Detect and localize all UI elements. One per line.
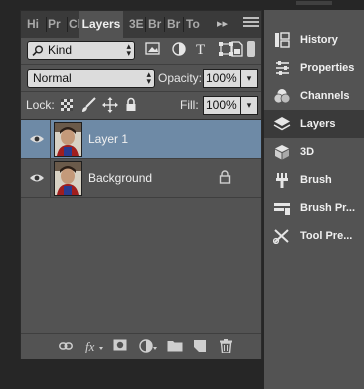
visibility-eye-icon[interactable] — [29, 132, 45, 146]
layers-footer-toolbar: fx — [21, 333, 261, 359]
tab-history[interactable]: Hi — [27, 11, 39, 38]
dock-item-label: Channels — [300, 90, 350, 102]
lock-all-icon[interactable] — [125, 97, 137, 112]
channels-icon — [273, 89, 291, 104]
new-layer-icon[interactable] — [193, 339, 207, 353]
select-arrows-icon: ▴ ▾ — [126, 41, 131, 58]
add-mask-icon[interactable] — [113, 339, 127, 353]
opacity-slider-dropdown[interactable]: ▾ — [240, 69, 258, 88]
dock-item-label: Brush — [300, 174, 332, 186]
tab-divider — [164, 17, 165, 32]
opacity-input[interactable]: 100% — [203, 69, 241, 88]
dock-item-3d[interactable]: 3D — [264, 138, 364, 166]
link-layers-icon[interactable] — [59, 339, 73, 353]
fill-label: Fill: — [180, 98, 199, 112]
panel-menu-icon[interactable] — [243, 17, 259, 31]
svg-text:fx: fx — [85, 339, 95, 353]
adjustment-filter-icon[interactable] — [171, 41, 187, 59]
properties-icon — [276, 61, 289, 75]
filter-toggle-switch[interactable] — [247, 41, 255, 57]
tab-properties[interactable]: Pr — [48, 11, 61, 38]
lock-image-pixels-icon[interactable] — [80, 97, 96, 113]
tab-brush[interactable]: Br — [148, 11, 161, 38]
layer-style-fx-icon[interactable]: fx — [85, 339, 103, 353]
dock-item-label: Tool Pre... — [300, 230, 353, 242]
blend-mode-value: Normal — [33, 71, 72, 85]
chevron-down-icon: ▾ — [246, 73, 252, 83]
lock-position-icon[interactable] — [102, 97, 118, 113]
divider — [50, 120, 51, 158]
tab-divider — [183, 17, 184, 32]
divider — [50, 159, 51, 197]
lock-transparent-pixels-icon[interactable] — [61, 99, 73, 111]
dock-item-history[interactable]: History — [264, 26, 364, 54]
dock-item-label: History — [300, 34, 338, 46]
brush-presets-icon — [274, 203, 290, 215]
tab-channels[interactable]: Ch — [69, 11, 79, 38]
dock-item-label: Properties — [300, 62, 355, 74]
fill-value: 100% — [206, 98, 237, 112]
cube-icon — [275, 145, 289, 160]
dock-item-channels[interactable]: Channels — [264, 82, 364, 110]
layers-list: Layer 1 Background — [21, 119, 261, 333]
dock-item-layers[interactable]: Layers — [264, 110, 364, 138]
smart-object-filter-icon[interactable] — [229, 41, 243, 59]
dock-item-brush[interactable]: Brush — [264, 166, 364, 194]
layer-row-background[interactable]: Background — [21, 159, 261, 198]
tab-tool-presets[interactable]: To — [186, 11, 200, 38]
filter-kind-label: Kind — [48, 43, 73, 57]
layer-name[interactable]: Background — [88, 171, 152, 185]
tab-3d[interactable]: 3E — [129, 11, 144, 38]
new-adjustment-layer-icon[interactable] — [139, 339, 157, 353]
panel-tab-bar: Hi Pr Ch Layers 3E Br Br To ▸▸ — [21, 11, 261, 38]
dock-item-label: Brush Pr... — [300, 202, 356, 214]
fill-slider-dropdown[interactable]: ▾ — [240, 96, 258, 115]
tab-overflow-icon[interactable]: ▸▸ — [217, 11, 228, 38]
divider — [21, 91, 261, 92]
collapsed-panel-dock: History Properties Channels Layers 3D Br… — [264, 10, 364, 389]
brush-icon — [276, 173, 288, 188]
dock-item-label: Layers — [300, 118, 336, 130]
chevron-down-icon: ▾ — [246, 100, 252, 110]
layers-panel: Hi Pr Ch Layers 3E Br Br To ▸▸ Kind ▴▾ T — [20, 10, 262, 359]
dock-item-brush-presets[interactable]: Brush Pr... — [264, 194, 364, 222]
type-filter-icon[interactable]: T — [195, 41, 209, 59]
history-icon — [275, 32, 290, 48]
dock-item-label: 3D — [300, 146, 315, 158]
svg-text:T: T — [196, 42, 205, 58]
opacity-label: Opacity: — [158, 71, 203, 85]
tab-divider — [145, 17, 146, 32]
tool-presets-icon — [273, 229, 289, 244]
layer-name[interactable]: Layer 1 — [88, 132, 128, 146]
portrait-thumbnail-image — [55, 162, 81, 195]
layers-icon — [273, 117, 291, 131]
pixel-filter-icon[interactable] — [145, 41, 161, 59]
blend-mode-select[interactable]: Normal ▴ ▾ — [27, 69, 155, 88]
layer-thumbnail — [54, 161, 82, 196]
fill-input[interactable]: 100% — [203, 96, 241, 115]
delete-layer-trash-icon[interactable] — [219, 339, 233, 353]
tab-divider — [46, 17, 47, 32]
dock-item-tool-presets[interactable]: Tool Pre... — [264, 222, 364, 250]
search-icon — [32, 45, 43, 56]
lock-label: Lock: — [26, 98, 55, 112]
tab-layers[interactable]: Layers — [79, 11, 123, 38]
portrait-thumbnail-image — [55, 123, 81, 156]
dock-grip-handle[interactable] — [268, 0, 360, 6]
filter-kind-select[interactable]: Kind ▴ ▾ — [27, 41, 135, 60]
dock-item-properties[interactable]: Properties — [264, 54, 364, 82]
tab-divider — [67, 17, 68, 32]
visibility-eye-icon[interactable] — [29, 171, 45, 185]
tab-brush-presets[interactable]: Br — [167, 11, 180, 38]
layer-thumbnail — [54, 122, 82, 157]
opacity-value: 100% — [206, 71, 237, 85]
select-arrows-icon: ▴ ▾ — [146, 69, 151, 86]
divider — [21, 64, 261, 65]
lock-icon — [219, 170, 231, 184]
new-group-folder-icon[interactable] — [167, 339, 183, 353]
layer-row-layer-1[interactable]: Layer 1 — [21, 120, 261, 159]
